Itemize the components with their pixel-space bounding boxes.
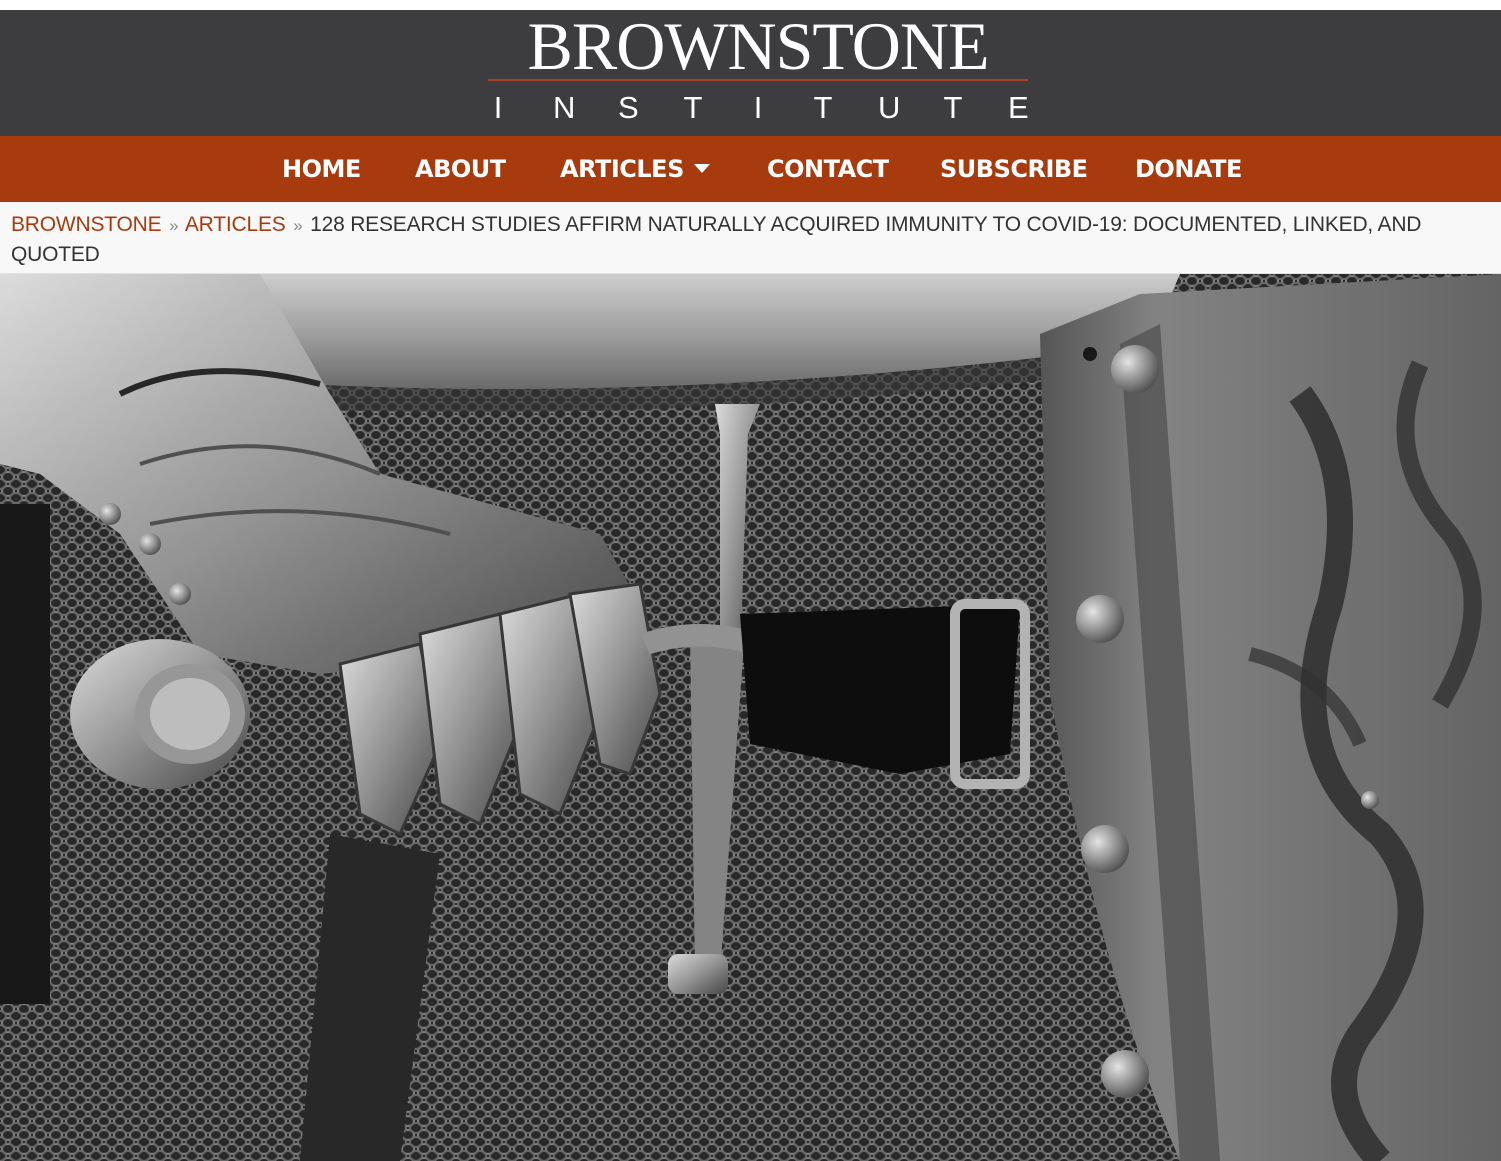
breadcrumb: BROWNSTONE » ARTICLES » 128 RESEARCH STU… bbox=[0, 202, 1501, 274]
hero-image bbox=[0, 274, 1501, 1161]
nav-home[interactable]: HOME bbox=[282, 154, 361, 184]
logo-letter: T bbox=[683, 90, 703, 125]
logo-divider bbox=[488, 79, 1028, 81]
logo-letter: T bbox=[813, 90, 833, 125]
logo-title: BROWNSTONE bbox=[527, 8, 990, 84]
logo-letter: N bbox=[553, 90, 576, 125]
site-header: BROWNSTONE I N S T I T U T E bbox=[0, 10, 1501, 136]
nav-donate[interactable]: DONATE bbox=[1135, 154, 1242, 184]
logo-letter: S bbox=[618, 90, 639, 125]
breadcrumb-home-link[interactable]: BROWNSTONE bbox=[11, 213, 162, 236]
nav-articles-label: ARTICLES bbox=[560, 155, 684, 183]
nav-subscribe[interactable]: SUBSCRIBE bbox=[940, 154, 1088, 184]
nav-about[interactable]: ABOUT bbox=[415, 154, 506, 184]
main-nav: HOME ABOUT ARTICLES CONTACT SUBSCRIBE DO… bbox=[0, 136, 1501, 202]
breadcrumb-separator: » bbox=[169, 216, 179, 235]
caret-down-icon bbox=[693, 163, 710, 173]
logo-subtitle: I N S T I T U T E bbox=[486, 90, 1030, 126]
armored-knight-photo-icon bbox=[0, 274, 1501, 1161]
breadcrumb-articles-link[interactable]: ARTICLES bbox=[185, 213, 286, 236]
logo-letter: T bbox=[943, 90, 963, 125]
logo-letter: E bbox=[1008, 90, 1029, 125]
nav-contact[interactable]: CONTACT bbox=[767, 154, 889, 184]
logo-letter: U bbox=[878, 90, 901, 125]
logo-letter: I bbox=[753, 90, 763, 125]
site-logo[interactable]: BROWNSTONE I N S T I T U T E bbox=[486, 12, 1030, 132]
logo-letter: I bbox=[493, 90, 503, 125]
nav-articles[interactable]: ARTICLES bbox=[560, 154, 710, 184]
breadcrumb-separator: » bbox=[293, 216, 303, 235]
